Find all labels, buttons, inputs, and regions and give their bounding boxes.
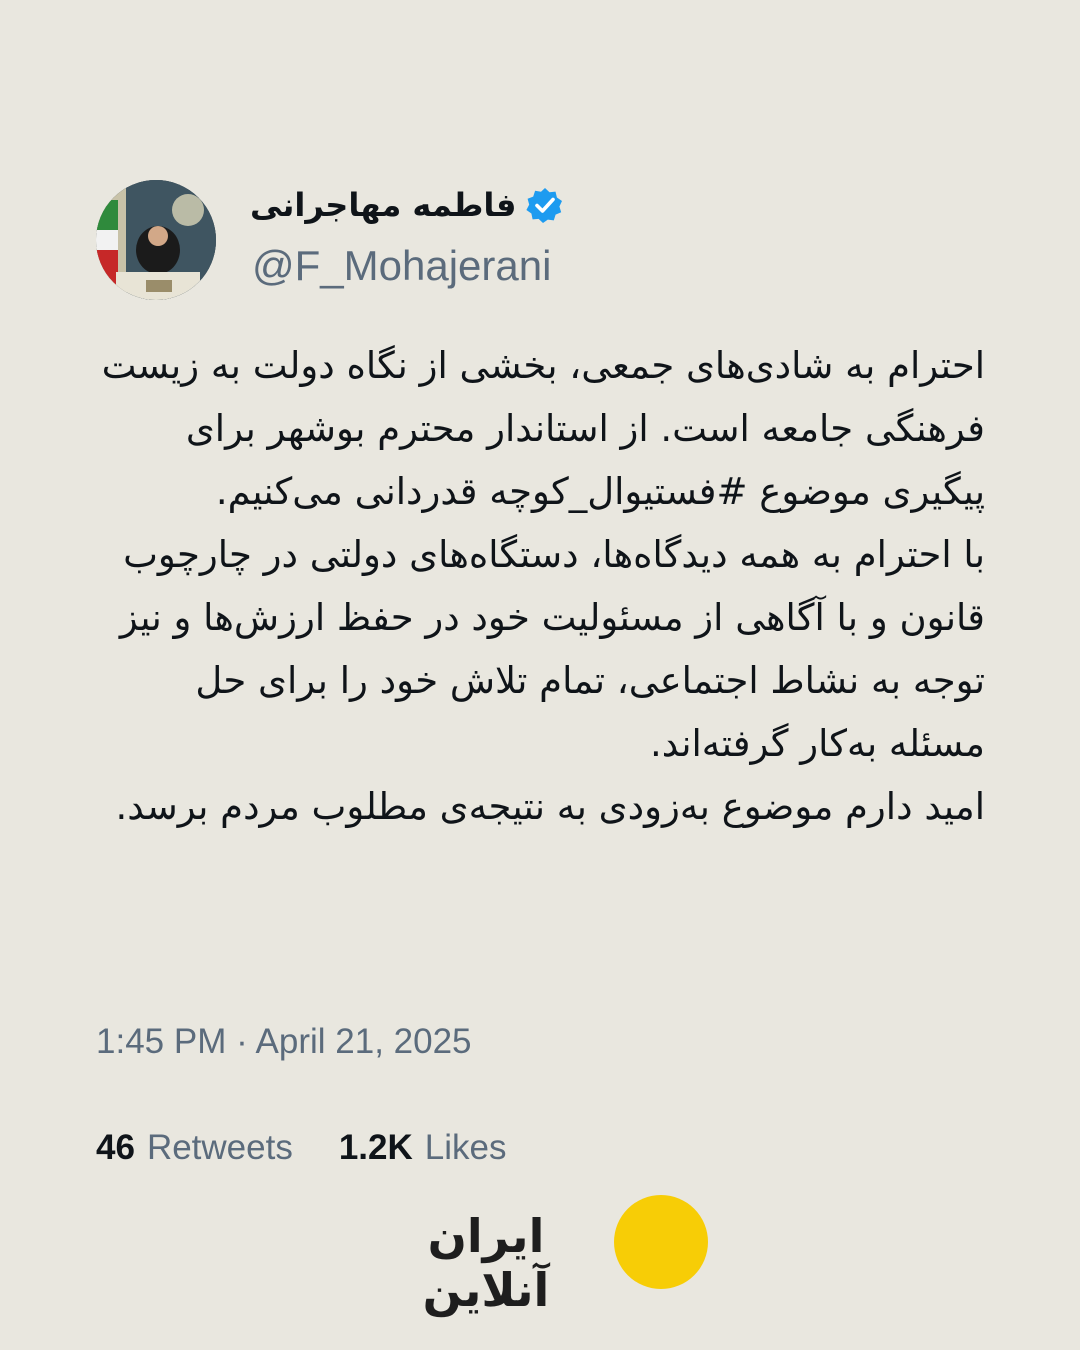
likes-count[interactable]: 1.2K	[339, 1128, 413, 1168]
tweet-text: احترام به شادی‌های جمعی، بخشی از نگاه دو…	[90, 334, 985, 838]
tweet-paragraph: با احترام به همه دیدگاه‌ها، دستگاه‌های د…	[119, 533, 985, 765]
retweets-label[interactable]: Retweets	[147, 1128, 293, 1168]
brand-dot-icon	[614, 1195, 708, 1289]
retweets-count[interactable]: 46	[96, 1128, 135, 1168]
brand-logo: ایران آنلاین	[370, 1195, 710, 1317]
avatar[interactable]	[96, 180, 216, 300]
display-name[interactable]: فاطمه مهاجرانی	[250, 186, 516, 224]
tweet-timestamp[interactable]: 1:45 PM · April 21, 2025	[96, 1022, 472, 1062]
author-name-row: فاطمه مهاجرانی	[250, 186, 564, 224]
profile-photo	[96, 180, 216, 300]
tweet-paragraph: احترام به شادی‌های جمعی، بخشی از نگاه دو…	[101, 344, 985, 513]
likes-label[interactable]: Likes	[425, 1128, 507, 1168]
brand-name: ایران آنلاین	[422, 1209, 550, 1317]
verified-badge-icon	[526, 186, 564, 224]
tweet-paragraph: امید دارم موضوع به‌زودی به نتیجه‌ی مطلوب…	[115, 785, 985, 828]
tweet-stats: 46 Retweets 1.2K Likes	[96, 1128, 507, 1168]
author-handle[interactable]: @F_Mohajerani	[252, 242, 551, 290]
